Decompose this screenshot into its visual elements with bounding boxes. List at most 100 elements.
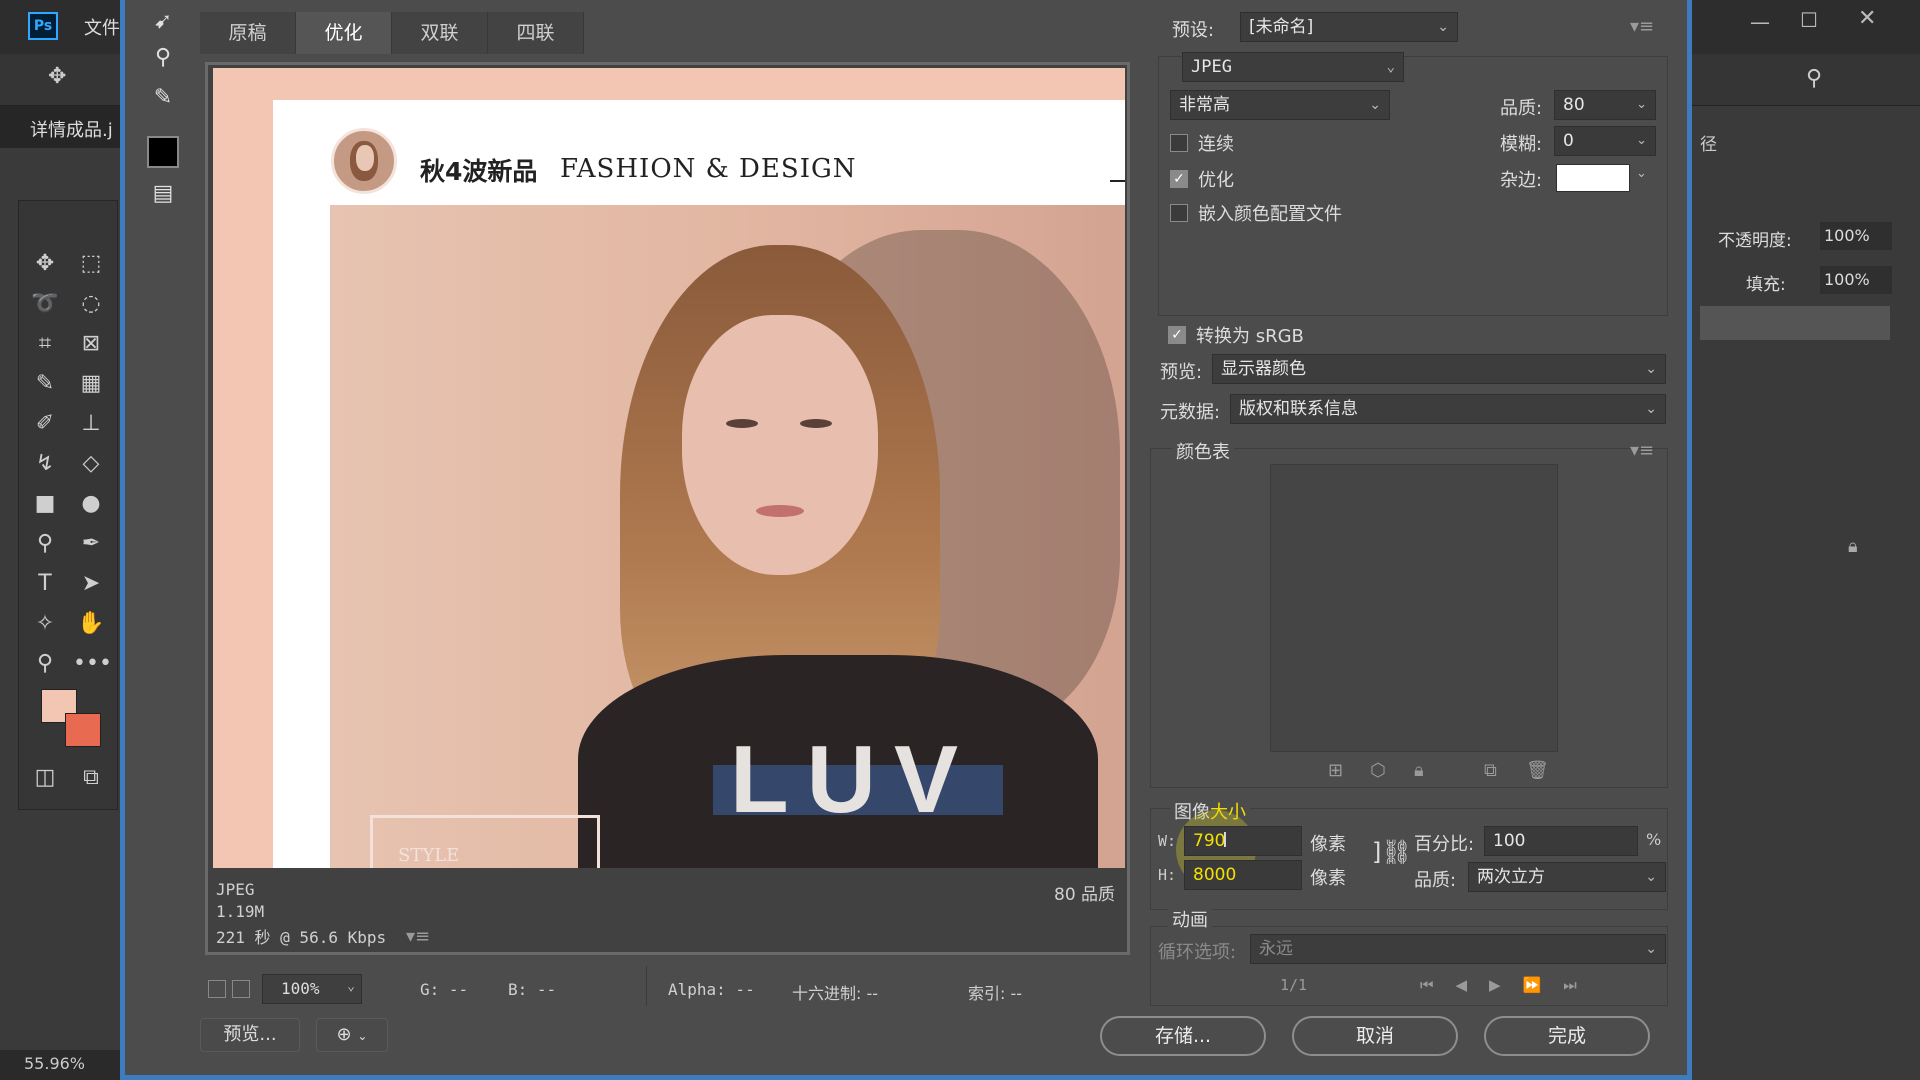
tab-4-up[interactable]: 四联 [488, 12, 584, 54]
metadata-label: 元数据: [1160, 402, 1221, 423]
eyedropper-tool-icon[interactable]: ✎ [143, 80, 183, 116]
quality-field[interactable]: 80 ⌄ [1554, 90, 1656, 120]
optimized-label: 优化 [1198, 170, 1234, 191]
height-field[interactable]: 8000 [1184, 860, 1302, 890]
optimize-menu-icon[interactable]: ▾≡ [1630, 16, 1654, 37]
text-cursor-icon: I [1222, 828, 1228, 852]
format-select[interactable]: JPEG ⌄ [1182, 52, 1404, 82]
patch-tool-icon[interactable]: ▦ [73, 367, 109, 401]
preview-button[interactable]: 预览... [200, 1018, 300, 1052]
maximize-icon[interactable]: ☐ [1800, 8, 1818, 32]
hand-tool-icon[interactable]: ✋ [73, 607, 109, 641]
image-preview[interactable]: 秋4波新品 FASHION & DESIGN LUV STYLE [213, 68, 1125, 868]
eraser-tool-icon[interactable]: ◇ [73, 447, 109, 481]
crop-tool-icon[interactable]: ⌗ [27, 327, 63, 361]
color-table-label: 颜色表 [1172, 438, 1234, 464]
fill-label: 填充: [1746, 275, 1786, 295]
percent-field[interactable]: 100 [1484, 826, 1638, 856]
delete-color-icon[interactable]: 🗑︎ [1526, 760, 1549, 781]
blur-field[interactable]: 0 ⌄ [1554, 126, 1656, 156]
brush-tool-icon[interactable]: ✐ [27, 407, 63, 441]
link-proportions-icon[interactable]: ]⛓︎ [1372, 838, 1412, 866]
history-brush-icon[interactable]: ↯ [27, 447, 63, 481]
dodge-tool-icon[interactable]: ⚲ [27, 527, 63, 561]
zoom-status: 55.96% [24, 1054, 86, 1073]
browser-preview-button[interactable]: ⊕ ⌄ [316, 1018, 388, 1052]
save-button[interactable]: 存储... [1100, 1016, 1266, 1056]
embed-profile-checkbox[interactable] [1170, 204, 1188, 222]
width-field[interactable]: 790 [1184, 826, 1302, 856]
frame-tool-icon[interactable]: ⊠ [73, 327, 109, 361]
opacity-field[interactable]: 100% [1820, 222, 1892, 250]
loop-select[interactable]: 永远 ⌄ [1250, 934, 1666, 964]
shirt-text: LUV [730, 726, 976, 833]
blur-tool-icon[interactable]: ● [73, 487, 109, 521]
preview-select[interactable]: 显示器颜色 ⌄ [1212, 354, 1666, 384]
zoom-tool-icon[interactable]: ⚲ [143, 40, 183, 76]
menu-file[interactable]: 文件 [84, 14, 120, 40]
web-snap-icon[interactable]: ⬡ [1370, 760, 1386, 781]
screen-mode-icon[interactable]: ⧉ [73, 761, 109, 795]
view-split-icon[interactable] [232, 980, 250, 998]
tab-optimized[interactable]: 优化 [296, 12, 392, 54]
progressive-checkbox[interactable] [1170, 134, 1188, 152]
selected-layer-row[interactable] [1700, 306, 1890, 340]
gradient-tool-icon[interactable]: ■ [27, 487, 63, 521]
view-single-icon[interactable] [208, 980, 226, 998]
eyedropper-tool-icon[interactable]: ✎ [27, 367, 63, 401]
status-divider [646, 966, 647, 1006]
cancel-button[interactable]: 取消 [1292, 1016, 1458, 1056]
search-icon[interactable]: ⚲ [1806, 66, 1822, 91]
preview-label: 预览: [1160, 362, 1203, 383]
quick-select-tool-icon[interactable]: ◌ [73, 287, 109, 321]
headline-en: FASHION & DESIGN [560, 154, 857, 184]
frame-controls[interactable]: ⏮◀▶⏩⏭ [1420, 976, 1599, 994]
convert-srgb-checkbox[interactable]: ✓ [1168, 326, 1186, 344]
matte-color-swatch[interactable] [1556, 164, 1630, 192]
color-table-menu-icon[interactable]: ▾≡ [1630, 440, 1654, 461]
zoom-select[interactable]: 100% ⌄ [262, 974, 362, 1004]
matte-label: 杂边: [1500, 170, 1543, 191]
compression-select[interactable]: 非常高 ⌄ [1170, 90, 1390, 120]
tab-2-up[interactable]: 双联 [392, 12, 488, 54]
opacity-label: 不透明度: [1718, 231, 1792, 251]
height-unit: 像素 [1310, 868, 1346, 889]
marquee-tool-icon[interactable]: ⬚ [73, 247, 109, 281]
toggle-slices-icon[interactable]: ▤ [143, 176, 183, 212]
move-tool-option-icon[interactable]: ✥ [48, 64, 66, 89]
lock-color-icon[interactable]: 🔒︎ [1414, 760, 1424, 781]
move-tool-icon[interactable]: ✥ [27, 247, 63, 281]
close-window-icon[interactable]: ✕ [1858, 6, 1876, 31]
info-download-time: 221 秒 @ 56.6 Kbps [216, 928, 387, 947]
fill-field[interactable]: 100% [1820, 266, 1892, 294]
path-select-tool-icon[interactable]: ➤ [73, 567, 109, 601]
metadata-select[interactable]: 版权和联系信息 ⌄ [1230, 394, 1666, 424]
loop-label: 循环选项: [1158, 942, 1237, 963]
paths-tab-label[interactable]: 径 [1700, 130, 1717, 155]
status-alpha: Alpha: -- [668, 980, 755, 999]
type-tool-icon[interactable]: T [27, 567, 63, 601]
done-button[interactable]: 完成 [1484, 1016, 1650, 1056]
info-menu-icon[interactable]: ▾≡ [406, 926, 430, 947]
resample-select[interactable]: 两次立方 ⌄ [1468, 862, 1666, 892]
slice-select-tool-icon[interactable]: ➹ [143, 4, 183, 40]
shape-tool-icon[interactable]: ✧ [27, 607, 63, 641]
matte-dropdown-icon[interactable]: ⌄ [1636, 166, 1647, 181]
background-color-swatch[interactable] [65, 713, 101, 747]
stamp-tool-icon[interactable]: ⊥ [73, 407, 109, 441]
lasso-tool-icon[interactable]: ➰ [27, 287, 63, 321]
blur-label: 模糊: [1500, 134, 1543, 155]
quality-label: 品质: [1500, 98, 1543, 119]
doc-tab[interactable]: 详情成品.j [30, 116, 113, 142]
map-transparent-icon[interactable]: ⊞ [1328, 760, 1343, 781]
eyedropper-color-swatch[interactable] [147, 136, 179, 168]
zoom-tool-icon[interactable]: ⚲ [27, 647, 63, 681]
more-tools-icon[interactable]: ••• [73, 647, 112, 681]
minimize-icon[interactable]: — [1750, 10, 1770, 34]
pen-tool-icon[interactable]: ✒ [73, 527, 109, 561]
quick-mask-icon[interactable]: ◫ [27, 761, 63, 795]
optimized-checkbox[interactable]: ✓ [1170, 170, 1188, 188]
preset-select[interactable]: [未命名] ⌄ [1240, 12, 1458, 42]
tab-original[interactable]: 原稿 [200, 12, 296, 54]
new-color-icon[interactable]: ⧉ [1484, 760, 1497, 781]
